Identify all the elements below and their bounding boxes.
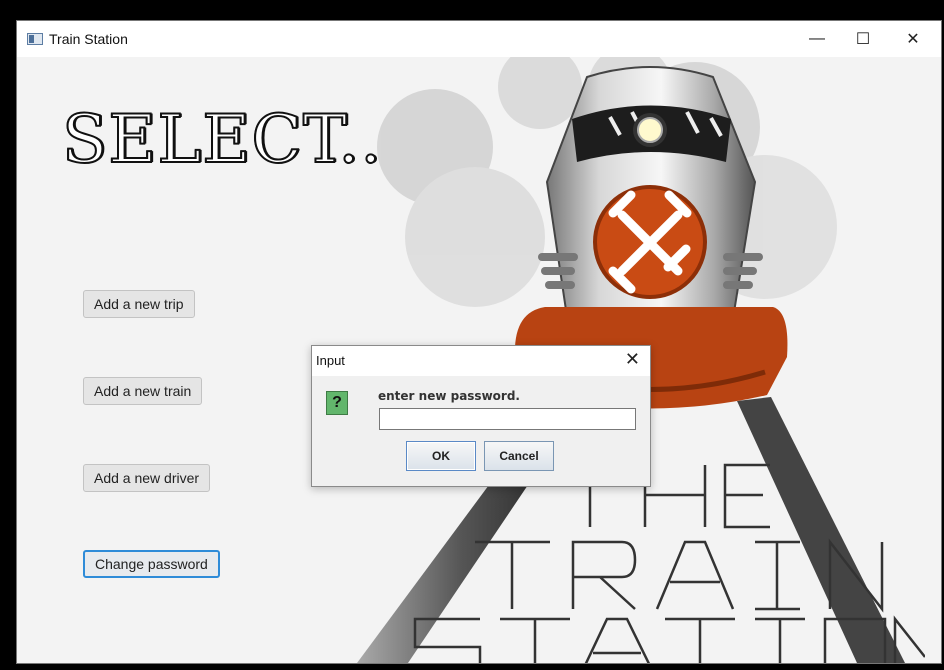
cancel-button[interactable]: Cancel (484, 441, 554, 471)
java-window-icon (27, 33, 43, 45)
headlight (637, 117, 663, 143)
maximize-button[interactable]: ☐ (839, 21, 887, 57)
dialog-close-button[interactable]: ✕ (625, 349, 640, 370)
add-train-button[interactable]: Add a new train (83, 377, 203, 405)
main-content: SELECT.. Add a new trip Add a new train … (17, 57, 941, 663)
dialog-prompt: enter new password. (378, 389, 520, 403)
question-icon: ? (326, 391, 348, 415)
window-title: Train Station (49, 31, 128, 47)
window-titlebar[interactable]: Train Station — ☐ ✕ (17, 21, 941, 57)
password-input[interactable] (379, 408, 636, 430)
minimize-button[interactable]: — (793, 21, 841, 57)
input-dialog: Input ✕ ? enter new password. OK Cancel (311, 345, 651, 487)
add-trip-button[interactable]: Add a new trip (83, 290, 195, 318)
close-window-button[interactable]: ✕ (889, 21, 937, 57)
change-password-button[interactable]: Change password (83, 550, 220, 578)
right-rail (737, 397, 905, 663)
train-station-window: Train Station — ☐ ✕ SELECT.. Add a new t… (16, 20, 942, 664)
dialog-titlebar[interactable]: Input ✕ (312, 346, 650, 376)
dialog-title: Input (316, 353, 345, 368)
ok-button[interactable]: OK (406, 441, 476, 471)
add-driver-button[interactable]: Add a new driver (83, 464, 211, 492)
